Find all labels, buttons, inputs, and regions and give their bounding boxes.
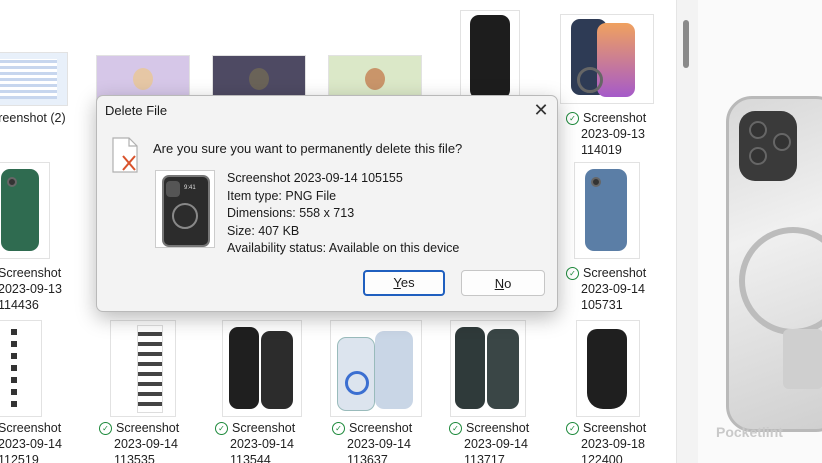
file-details: Screenshot 2023-09-14 105155 Item type: … bbox=[227, 170, 459, 258]
file-name: Screenshot 2023-09-14 105155 bbox=[227, 171, 403, 185]
file-name-line: Screenshot bbox=[583, 421, 647, 435]
file-caption[interactable]: Screenshot 2023-09-13 114436 bbox=[0, 265, 62, 313]
sync-check-icon: ✓ bbox=[449, 422, 462, 435]
confirm-question: Are you sure you want to permanently del… bbox=[153, 141, 463, 156]
file-thumbnail[interactable] bbox=[460, 10, 520, 104]
file-preview-thumbnail: 9:41 bbox=[155, 170, 215, 248]
phone-time-label: 9:41 bbox=[184, 185, 196, 191]
file-name-line: Screenshot bbox=[116, 421, 180, 435]
file-name-line: Screenshot bbox=[0, 266, 62, 280]
file-date-line: 2023-09-13 bbox=[581, 127, 645, 141]
file-thumbnail[interactable] bbox=[0, 320, 42, 417]
file-date-line: 2023-09-18 bbox=[581, 437, 645, 451]
file-thumbnail[interactable] bbox=[560, 14, 654, 104]
scrollbar-thumb[interactable] bbox=[683, 20, 689, 68]
preview-pane: Pocketlint bbox=[698, 0, 822, 463]
file-thumbnail[interactable] bbox=[222, 320, 302, 417]
sync-check-icon: ✓ bbox=[215, 422, 228, 435]
file-name-line: Screenshot bbox=[0, 421, 62, 435]
file-time-line: 113544 bbox=[230, 453, 271, 463]
vertical-scrollbar[interactable] bbox=[676, 0, 699, 463]
file-caption[interactable]: ✓ Screenshot 2023-09-14 113717 bbox=[449, 420, 529, 463]
file-name-line: Screenshot bbox=[583, 111, 647, 125]
file-time-line: 113637 bbox=[347, 453, 388, 463]
file-name-line: Screenshot bbox=[232, 421, 296, 435]
file-date-line: 2023-09-14 bbox=[347, 437, 411, 451]
phone-preview-image bbox=[726, 96, 822, 432]
availability-status: Availability status: Available on this d… bbox=[227, 241, 460, 255]
file-caption[interactable]: Screenshot 2023-09-14 112519 bbox=[0, 420, 62, 463]
file-time-line: 105731 bbox=[581, 298, 623, 312]
file-caption[interactable]: ✓ Screenshot 2023-09-14 113544 bbox=[215, 420, 295, 463]
file-date-line: 2023-09-14 bbox=[0, 437, 62, 451]
file-thumbnail[interactable] bbox=[110, 320, 176, 417]
file-thumbnail[interactable] bbox=[330, 320, 422, 417]
file-thumbnail[interactable] bbox=[0, 162, 50, 259]
file-thumbnail[interactable] bbox=[450, 320, 526, 417]
yes-button[interactable]: Yes bbox=[363, 270, 445, 296]
file-caption[interactable]: ✓ Screenshot 2023-09-14 113535 bbox=[99, 420, 179, 463]
file-date-line: 2023-09-14 bbox=[464, 437, 528, 451]
yes-label: es bbox=[400, 275, 415, 290]
no-button[interactable]: No bbox=[461, 270, 545, 296]
file-date-line: 2023-09-14 bbox=[581, 282, 645, 296]
file-caption[interactable]: creenshot (2) bbox=[0, 110, 66, 126]
no-accelerator: N bbox=[494, 276, 505, 291]
delete-file-dialog: Delete File ✕ Are you sure you want to p… bbox=[96, 95, 558, 312]
file-time-line: 112519 bbox=[0, 453, 39, 463]
delete-file-icon bbox=[112, 137, 138, 173]
file-name-line: creenshot (2) bbox=[0, 111, 66, 125]
file-time-line: 114019 bbox=[581, 143, 622, 157]
file-thumbnail[interactable] bbox=[576, 320, 640, 417]
sync-check-icon: ✓ bbox=[99, 422, 112, 435]
file-name-line: Screenshot bbox=[349, 421, 413, 435]
file-time-line: 122400 bbox=[581, 453, 623, 463]
file-time-line: 113717 bbox=[464, 453, 505, 463]
file-date-line: 2023-09-14 bbox=[114, 437, 178, 451]
file-thumbnail[interactable] bbox=[574, 162, 640, 259]
file-date-line: 2023-09-14 bbox=[230, 437, 294, 451]
sync-check-icon: ✓ bbox=[566, 112, 579, 125]
dialog-title: Delete File bbox=[105, 103, 168, 118]
file-caption[interactable]: ✓ Screenshot 2023-09-18 122400 bbox=[566, 420, 646, 463]
sync-check-icon: ✓ bbox=[566, 267, 579, 280]
file-time-line: 114436 bbox=[0, 298, 39, 312]
file-size: Size: 407 KB bbox=[227, 223, 300, 238]
file-date-line: 2023-09-13 bbox=[0, 282, 62, 296]
file-caption[interactable]: ✓ Screenshot 2023-09-14 105731 bbox=[566, 265, 646, 313]
no-label: o bbox=[504, 276, 512, 291]
file-thumbnail[interactable] bbox=[0, 52, 68, 106]
file-name-line: Screenshot bbox=[466, 421, 530, 435]
sync-check-icon: ✓ bbox=[332, 422, 345, 435]
dimensions: Dimensions: 558 x 713 bbox=[227, 206, 355, 220]
pocketlint-watermark: Pocketlint bbox=[716, 424, 783, 440]
item-type: Item type: PNG File bbox=[227, 188, 337, 203]
file-time-line: 113535 bbox=[114, 453, 155, 463]
close-icon[interactable]: ✕ bbox=[529, 98, 553, 122]
file-name-line: Screenshot bbox=[583, 266, 647, 280]
yes-accelerator: Y bbox=[393, 275, 401, 290]
file-caption[interactable]: ✓ Screenshot 2023-09-13 114019 bbox=[566, 110, 646, 158]
sync-check-icon: ✓ bbox=[566, 422, 579, 435]
file-caption[interactable]: ✓ Screenshot 2023-09-14 113637 bbox=[332, 420, 412, 463]
